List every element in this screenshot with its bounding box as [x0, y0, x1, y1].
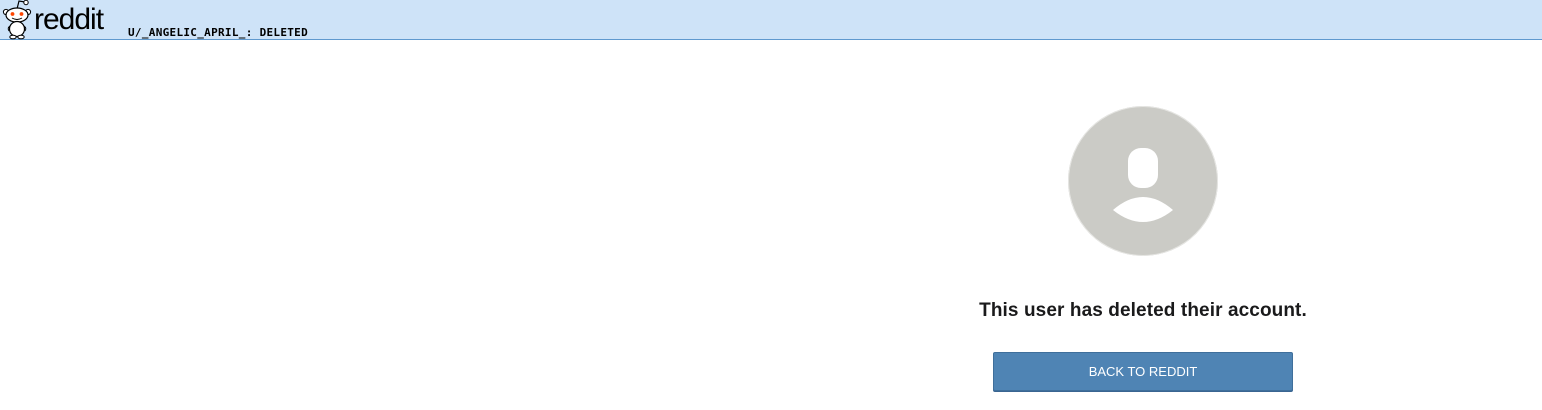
deleted-account-panel: This user has deleted their account. BAC… — [900, 106, 1386, 391]
reddit-wordmark: reddit — [34, 3, 104, 36]
default-user-avatar-icon — [1068, 106, 1218, 256]
page-title: u/_angelic_april_: deleted — [128, 26, 308, 39]
deleted-account-message: This user has deleted their account. — [979, 300, 1307, 321]
page-title-separator: : — [245, 26, 253, 39]
header-bar: reddit u/_angelic_april_: deleted — [0, 0, 1542, 40]
page-title-user[interactable]: u/_angelic_april_ — [128, 26, 246, 39]
page-title-status: deleted — [259, 26, 309, 39]
back-to-reddit-button[interactable]: BACK TO REDDIT — [993, 352, 1293, 391]
snoo-alien-icon — [2, 0, 32, 40]
